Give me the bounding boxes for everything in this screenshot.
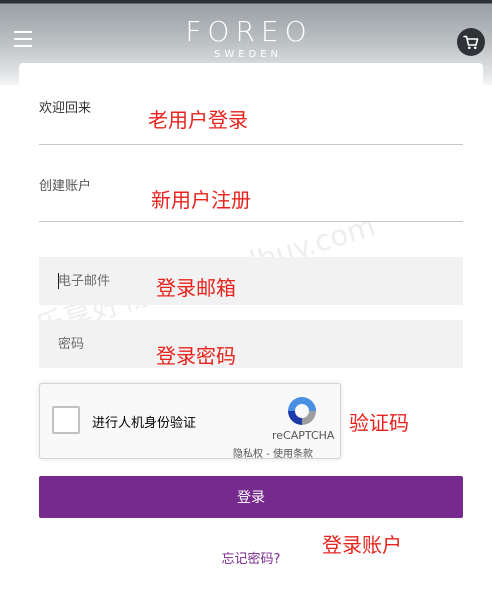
tab-create-account[interactable]: 创建账户 [39, 163, 463, 222]
recaptcha-label: 进行人机身份验证 [92, 416, 197, 431]
brand-logo[interactable]: FOREO [0, 15, 492, 48]
login-button[interactable]: 登录 [39, 476, 463, 518]
recaptcha-privacy-link[interactable]: 隐私权 [233, 449, 263, 460]
recaptcha-terms-link[interactable]: 使用条款 [273, 449, 313, 460]
forgot-password-link[interactable]: 忘记密码? [0, 548, 492, 567]
tab-create-account-label: 创建账户 [39, 179, 92, 194]
email-field[interactable] [39, 257, 463, 305]
password-input[interactable] [39, 320, 463, 368]
email-input[interactable] [39, 257, 463, 305]
recaptcha-brand: reCAPTCHA [272, 429, 335, 442]
recaptcha-separator: - [263, 449, 273, 460]
shopping-cart-icon[interactable] [457, 28, 485, 56]
recaptcha-links: 隐私权 - 使用条款 [233, 445, 313, 460]
text-caret [58, 273, 59, 289]
recaptcha-widget: 进行人机身份验证 reCAPTCHA 隐私权 - 使用条款 [39, 383, 341, 460]
annotation-old-user-login: 老用户登录 [148, 108, 248, 132]
annotation-new-user-register: 新用户注册 [151, 188, 251, 212]
annotation-login-password: 登录密码 [156, 344, 236, 368]
recaptcha-logo-icon [288, 397, 316, 425]
annotation-captcha: 验证码 [349, 411, 409, 435]
brand-subtitle: SWEDEN [213, 49, 283, 60]
annotation-login-email: 登录邮箱 [156, 276, 236, 300]
recaptcha-checkbox[interactable] [52, 406, 80, 434]
tab-welcome-back[interactable]: 欢迎回来 [39, 84, 463, 145]
password-field[interactable] [39, 320, 463, 368]
tab-welcome-back-label: 欢迎回来 [39, 101, 92, 116]
